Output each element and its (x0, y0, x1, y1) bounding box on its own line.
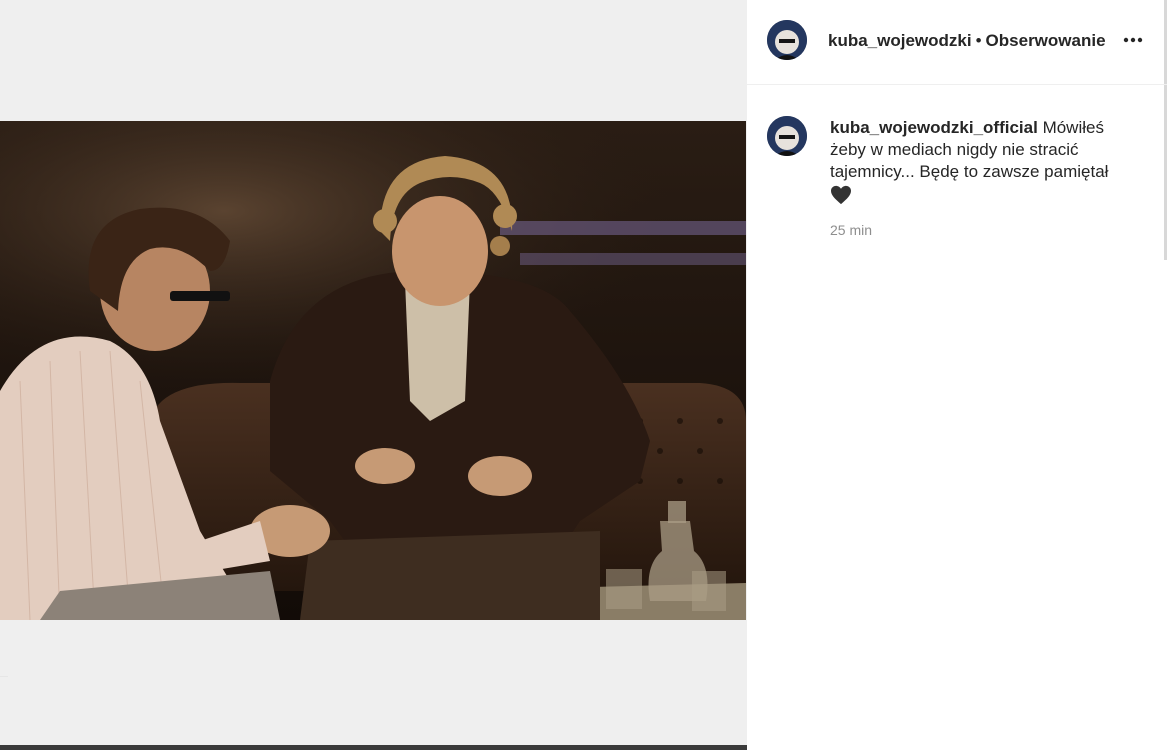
taskbar-strip (0, 745, 755, 750)
caption-username[interactable]: kuba_wojewodzki_official (830, 118, 1038, 137)
post-photo-image (0, 121, 746, 620)
black-heart-icon (830, 185, 852, 211)
separator-dot: • (975, 31, 982, 50)
avatar-image (767, 20, 807, 60)
divider (0, 676, 8, 677)
header-line: kuba_wojewodzki • Obserwowanie (828, 31, 1106, 51)
post-sidebar: kuba_wojewodzki • Obserwowanie kuba_wojewo… (747, 0, 1167, 750)
avatar[interactable] (767, 116, 807, 156)
post-header: kuba_wojewodzki • Obserwowanie (747, 0, 1167, 85)
post-timestamp[interactable]: 25 min (830, 222, 872, 238)
avatar-image (767, 116, 807, 156)
following-button[interactable]: Obserwowanie (986, 31, 1106, 50)
media-pane (0, 0, 747, 750)
header-username[interactable]: kuba_wojewodzki (828, 31, 972, 50)
more-options-icon[interactable] (1121, 28, 1145, 52)
caption-body: kuba_wojewodzki_official Mówiłeś żeby w … (830, 117, 1130, 211)
avatar[interactable] (767, 20, 807, 60)
post-photo[interactable] (0, 121, 746, 620)
